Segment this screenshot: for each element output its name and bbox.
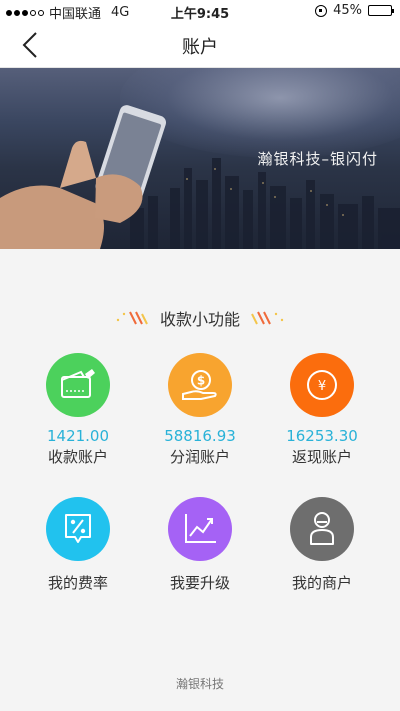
function-receive-account[interactable]: 1421.00 收款账户 <box>18 353 138 467</box>
function-cashback-account[interactable]: ¥ 16253.30 返现账户 <box>262 353 382 467</box>
function-profit-share-account[interactable]: $ 58816.93 分润账户 <box>140 353 260 467</box>
function-icon-bg <box>46 497 110 561</box>
yen-coin-icon: ¥ <box>307 370 337 400</box>
nav-bar: 账户 <box>0 22 400 68</box>
svg-text:$: $ <box>197 374 205 388</box>
function-icon-bg: $ <box>168 353 232 417</box>
function-amount: 16253.30 <box>286 427 358 445</box>
function-my-merchant[interactable]: 我的商户 <box>262 497 382 593</box>
percent-tag-icon <box>65 514 91 543</box>
function-upgrade[interactable]: 我要升级 <box>140 497 260 593</box>
function-amount: 1421.00 <box>46 427 110 445</box>
banner-image: 瀚银科技–银闪付 <box>0 68 400 249</box>
status-right: 45% <box>315 3 394 18</box>
battery-percent: 45% <box>333 3 362 18</box>
banner-caption: 瀚银科技–银闪付 <box>257 150 378 168</box>
svg-text:¥: ¥ <box>318 379 326 394</box>
function-label: 分润账户 <box>169 448 230 466</box>
battery-icon <box>368 5 394 16</box>
decoration-right-icon <box>251 311 284 325</box>
function-my-rate[interactable]: 我的费率 <box>18 497 138 593</box>
function-icon-bg <box>290 497 354 561</box>
growth-chart-icon <box>185 514 216 543</box>
wallet-icon <box>61 369 95 398</box>
function-label: 收款账户 <box>47 448 108 466</box>
function-label: 我的费率 <box>47 574 108 592</box>
section-title: 收款小功能 <box>159 310 240 329</box>
footer-brand: 瀚银科技 <box>175 677 224 691</box>
page-title: 账户 <box>182 37 218 58</box>
decoration-left-icon <box>116 311 148 325</box>
rotation-lock-icon <box>315 4 328 17</box>
function-amount: 58816.93 <box>164 427 236 445</box>
merchant-user-icon <box>310 512 334 545</box>
function-label: 我的商户 <box>291 574 352 592</box>
section-header: 收款小功能 <box>0 306 400 330</box>
status-bar: 中国联通 4G 上午9:45 45% <box>0 0 400 22</box>
function-label: 我要升级 <box>169 574 230 592</box>
function-icon-bg <box>46 353 110 417</box>
function-icon-bg <box>168 497 232 561</box>
dollar-hand-icon: $ <box>182 370 217 400</box>
function-label: 返现账户 <box>291 448 352 466</box>
function-icon-bg: ¥ <box>290 353 354 417</box>
